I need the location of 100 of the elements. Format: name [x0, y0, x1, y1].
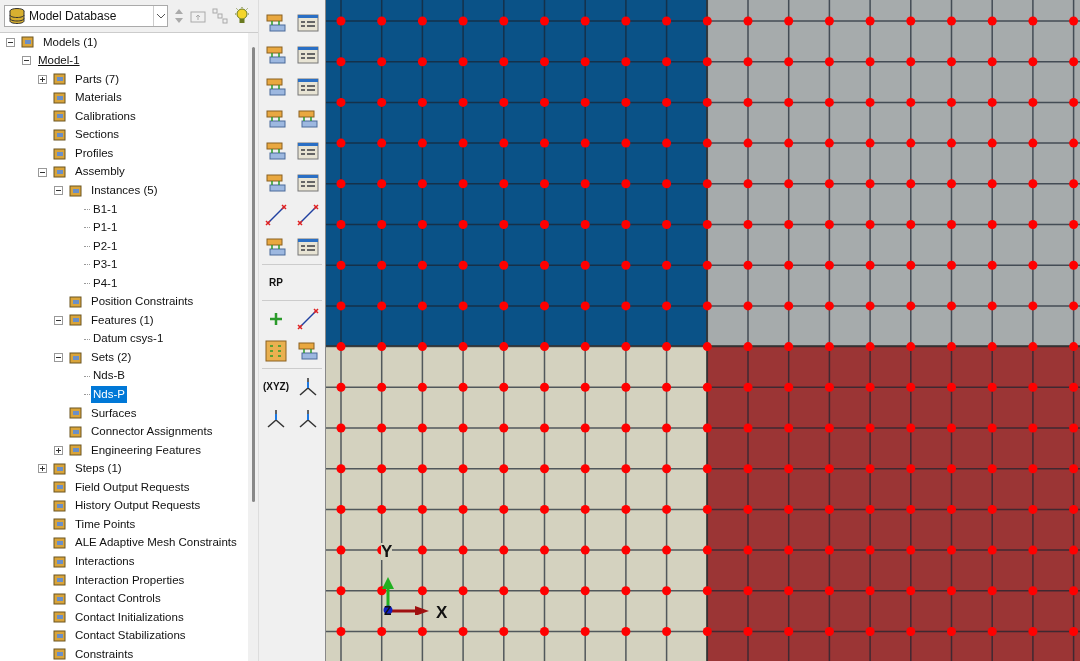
toolbox-button[interactable]: (XYZ) — [262, 373, 290, 400]
collapse-toggle[interactable] — [54, 353, 63, 363]
tree-item[interactable]: ALE Adaptive Mesh Constraints — [73, 534, 239, 552]
tree-item[interactable]: Sets (2) — [89, 348, 134, 367]
stacked-blocks-icon — [265, 140, 287, 161]
line-icon — [297, 203, 319, 226]
node-icon — [52, 627, 68, 644]
collapse-toggle[interactable] — [54, 315, 63, 325]
lightbulb-icon[interactable] — [234, 7, 250, 25]
node-icon — [20, 34, 36, 51]
node-icon — [68, 182, 84, 199]
tree-item[interactable]: Field Output Requests — [73, 478, 192, 496]
node-icon — [52, 460, 68, 477]
node-icon — [68, 312, 84, 329]
model-selector[interactable]: Model Database — [4, 5, 168, 27]
tree-item[interactable]: Surfaces — [89, 404, 139, 422]
plus-icon — [269, 311, 283, 326]
tree-item[interactable]: Connector Assignments — [89, 423, 215, 441]
node-icon — [52, 553, 68, 570]
tree-item[interactable]: Parts (7) — [73, 70, 122, 88]
x-axis-label: X — [436, 604, 448, 621]
tree-item[interactable]: Interactions — [73, 552, 137, 571]
tree-item[interactable]: Assembly — [73, 163, 127, 181]
stacked-blocks-icon — [265, 236, 287, 257]
collapse-toggle[interactable] — [6, 37, 15, 47]
node-icon — [52, 479, 68, 496]
window-icon — [297, 77, 319, 96]
collapse-toggle[interactable] — [22, 56, 31, 66]
toolbox-button[interactable] — [262, 201, 290, 228]
tree-item[interactable]: Profiles — [73, 144, 116, 163]
tree-item[interactable]: Steps (1) — [73, 460, 124, 478]
node-icon — [68, 442, 84, 459]
line-icon — [265, 203, 287, 226]
tree-item[interactable]: Nds-P — [91, 386, 127, 404]
collapse-toggle[interactable] — [38, 167, 47, 177]
y-axis-label: Y — [381, 543, 393, 560]
tree-item[interactable]: Sections — [73, 126, 122, 144]
toolbox-button[interactable] — [294, 305, 322, 332]
node-icon — [52, 646, 68, 661]
tree-item[interactable]: Time Points — [73, 515, 138, 534]
toolbox-label: RP — [269, 277, 283, 288]
tree-item[interactable]: Model-1 — [36, 52, 82, 70]
node-icon — [52, 590, 68, 607]
node-icon — [52, 535, 68, 552]
connector-line — [84, 208, 90, 210]
node-icon — [68, 349, 84, 366]
stacked-blocks-icon — [265, 108, 287, 129]
node-icon — [52, 516, 68, 533]
tree-item[interactable]: Nds-B — [91, 367, 127, 385]
toolbox-button[interactable] — [294, 201, 322, 228]
collapse-toggle[interactable] — [54, 186, 63, 196]
tree-item[interactable]: P1-1 — [91, 219, 120, 237]
database-icon — [8, 8, 26, 24]
expand-toggle[interactable] — [38, 74, 47, 84]
line-icon — [297, 307, 319, 330]
stacked-blocks-icon — [265, 12, 287, 33]
tree-item[interactable]: P2-1 — [91, 237, 120, 255]
expand-toggle[interactable] — [54, 445, 63, 455]
tree-item[interactable]: Contact Controls — [73, 590, 163, 608]
stacked-blocks-icon — [265, 44, 287, 65]
toolbox-button[interactable]: RP — [262, 269, 290, 296]
axes-icon — [265, 407, 287, 430]
tree-item[interactable]: Calibrations — [73, 107, 138, 126]
tree-item[interactable]: Engineering Features — [89, 441, 203, 459]
connector-line — [84, 338, 90, 340]
tree-item[interactable]: Interaction Properties — [73, 571, 187, 589]
tree-item[interactable]: Materials — [73, 89, 124, 107]
tree-item[interactable]: Models (1) — [41, 33, 100, 51]
connector-line — [84, 245, 90, 247]
node-icon — [52, 572, 68, 589]
tree-item[interactable]: Datum csys-1 — [91, 330, 166, 348]
node-icon — [52, 497, 68, 514]
node-icon — [52, 71, 68, 88]
window-icon — [297, 237, 319, 256]
axes-icon — [297, 375, 319, 398]
stacked-blocks-icon — [297, 340, 319, 361]
stacked-blocks-icon — [265, 172, 287, 193]
stacked-blocks-icon — [297, 108, 319, 129]
triad-arrows-icon — [381, 575, 431, 615]
connector-line — [84, 264, 90, 266]
tree-item[interactable]: Contact Stabilizations — [73, 627, 188, 645]
node-icon — [52, 127, 68, 143]
connector-line — [84, 282, 90, 284]
node-icon — [52, 164, 68, 181]
stacked-blocks-icon — [265, 76, 287, 97]
tree-item[interactable]: Position Constraints — [89, 293, 196, 311]
tree-item[interactable]: Features (1) — [89, 311, 156, 330]
tree-item[interactable]: Instances (5) — [89, 182, 160, 200]
tree-item[interactable]: P4-1 — [91, 274, 120, 292]
node-icon — [52, 145, 68, 162]
tree-item[interactable]: B1-1 — [91, 200, 120, 218]
tree-item[interactable]: Constraints — [73, 645, 136, 661]
axes-icon — [297, 407, 319, 430]
tree-item[interactable]: P3-1 — [91, 256, 120, 274]
expand-toggle[interactable] — [38, 464, 47, 474]
tree-item[interactable]: History Output Requests — [73, 497, 203, 515]
node-icon — [68, 423, 84, 440]
connector-line — [84, 227, 90, 229]
tree-item[interactable]: Contact Initializations — [73, 608, 186, 626]
node-icon — [68, 405, 84, 422]
